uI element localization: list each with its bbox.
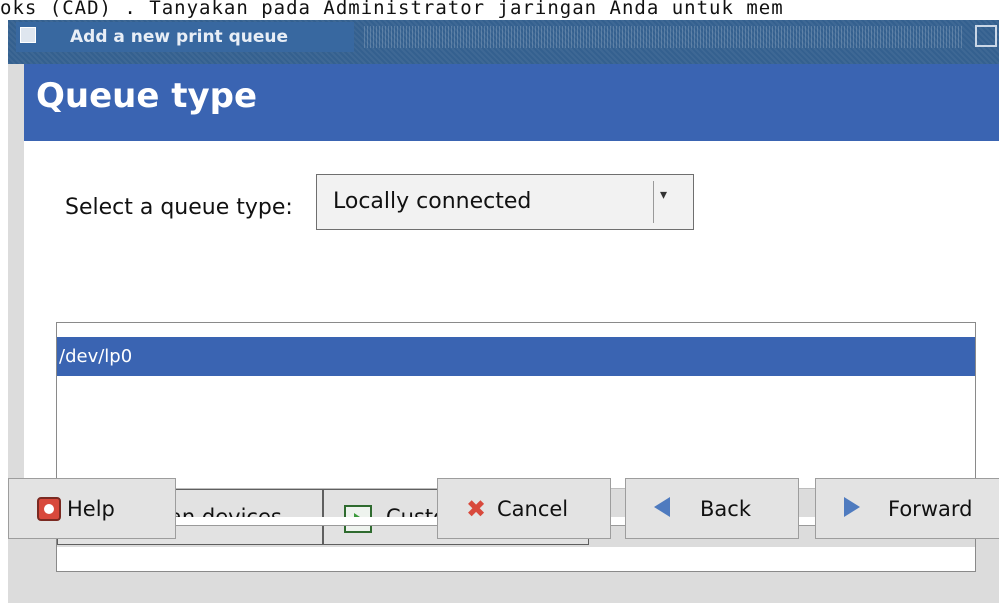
content-panel: Select a queue type: Locally connected ▾… xyxy=(24,141,999,572)
help-button[interactable]: Help xyxy=(8,478,176,539)
window-control-icon[interactable] xyxy=(975,25,997,47)
combo-separator xyxy=(653,181,654,223)
background-text-strip: oks (CAD) . Tanyakan pada Administrator … xyxy=(0,0,999,18)
page-title: Queue type xyxy=(36,76,258,116)
window-title: Add a new print queue xyxy=(70,27,289,47)
printer-icon xyxy=(20,27,36,43)
help-icon xyxy=(37,497,61,521)
device-list-item[interactable]: /dev/lp0 xyxy=(57,337,975,376)
cancel-button[interactable]: ✖ Cancel xyxy=(437,478,611,539)
chevron-down-icon[interactable]: ▾ xyxy=(660,187,667,203)
back-button[interactable]: Back xyxy=(625,478,799,539)
forward-arrow-icon xyxy=(844,497,860,517)
window-titlebar[interactable]: Add a new print queue xyxy=(8,20,999,64)
cancel-icon: ✖ xyxy=(466,495,487,523)
queue-type-value: Locally connected xyxy=(333,189,532,214)
help-label: Help xyxy=(67,497,115,521)
queue-type-select[interactable]: Locally connected ▾ xyxy=(316,174,694,230)
titlebar-pattern xyxy=(364,26,964,48)
queue-type-label: Select a queue type: xyxy=(65,195,293,220)
page-header: Queue type xyxy=(24,64,999,141)
cancel-label: Cancel xyxy=(497,497,569,521)
forward-button[interactable]: Forward xyxy=(815,478,999,539)
back-label: Back xyxy=(700,497,751,521)
back-arrow-icon xyxy=(654,497,670,517)
forward-label: Forward xyxy=(888,497,973,521)
